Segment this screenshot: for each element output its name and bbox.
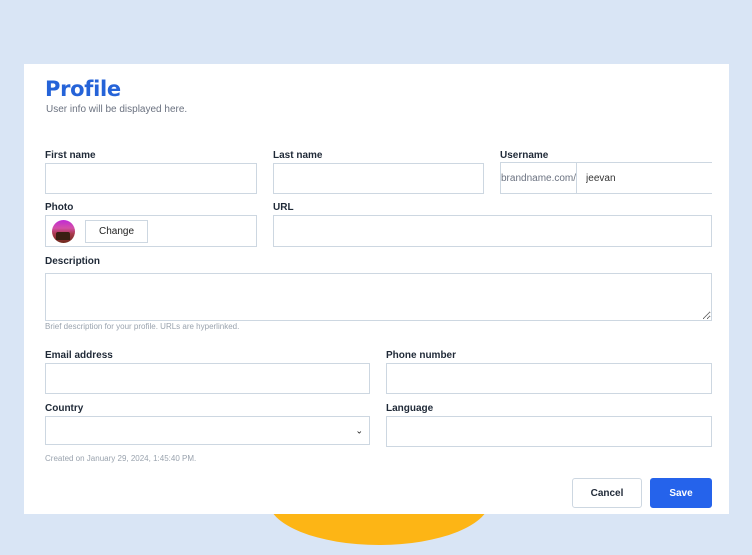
- last-name-field[interactable]: [273, 163, 484, 194]
- description-hint: Brief description for your profile. URLs…: [45, 322, 240, 331]
- photo-label: Photo: [45, 202, 74, 213]
- photo-field: Change: [45, 215, 257, 247]
- profile-card: Profile User info will be displayed here…: [24, 64, 729, 514]
- first-name-label: First name: [45, 150, 96, 161]
- language-label: Language: [386, 403, 434, 414]
- email-label: Email address: [45, 350, 113, 361]
- phone-label: Phone number: [386, 350, 457, 361]
- description-field[interactable]: [45, 273, 712, 321]
- username-prefix: brandname.com/: [501, 163, 578, 193]
- country-label: Country: [45, 403, 84, 414]
- save-button[interactable]: Save: [650, 478, 712, 508]
- url-field[interactable]: [273, 215, 712, 247]
- phone-field[interactable]: [386, 363, 712, 394]
- first-name-field[interactable]: [45, 163, 257, 194]
- created-timestamp: Created on January 29, 2024, 1:45:40 PM.: [45, 454, 197, 463]
- page-title: Profile: [45, 77, 121, 101]
- last-name-label: Last name: [273, 150, 323, 161]
- page-subtitle: User info will be displayed here.: [46, 104, 188, 115]
- avatar: [52, 219, 75, 243]
- description-label: Description: [45, 256, 101, 267]
- username-field[interactable]: [577, 163, 728, 193]
- email-field[interactable]: [45, 363, 370, 394]
- cancel-button[interactable]: Cancel: [572, 478, 642, 508]
- username-input-group: brandname.com/: [500, 162, 728, 194]
- country-dropdown[interactable]: [46, 417, 369, 444]
- change-photo-button[interactable]: Change: [85, 219, 148, 243]
- username-label: Username: [500, 150, 549, 161]
- language-field[interactable]: [386, 416, 712, 447]
- country-select[interactable]: ⌄: [45, 416, 370, 445]
- url-label: URL: [273, 202, 294, 213]
